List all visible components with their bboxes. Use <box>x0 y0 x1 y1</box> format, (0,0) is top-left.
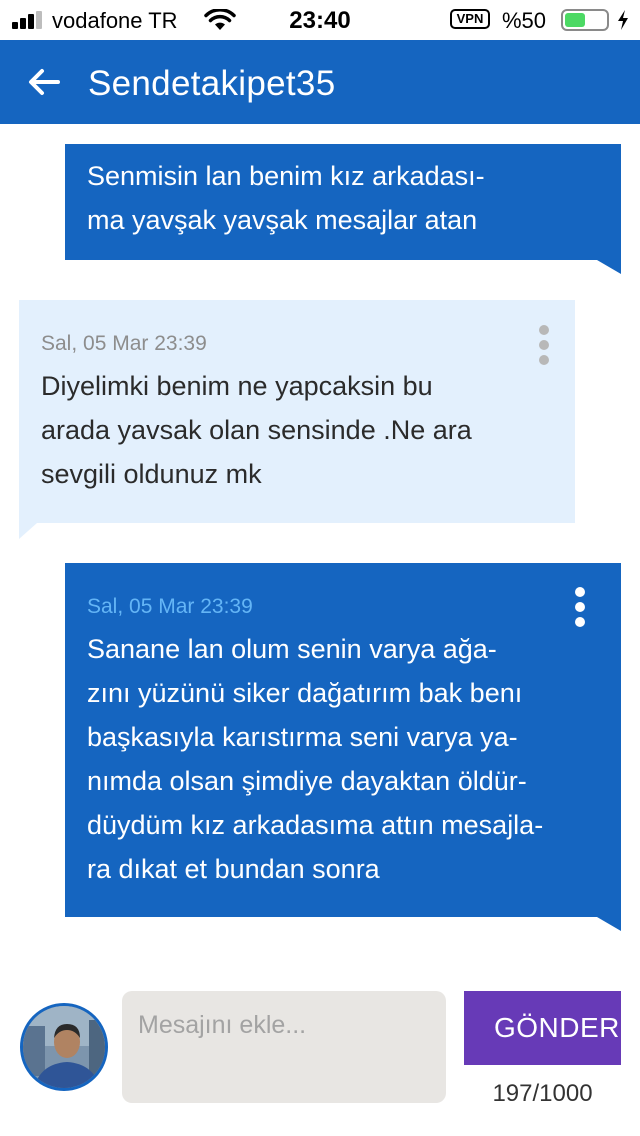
message-text: Sanane lan olum senin varya ağa- zını yü… <box>87 634 544 884</box>
status-bar: vodafone TR 23:40 VPN %50 <box>0 0 640 40</box>
more-options-icon[interactable] <box>534 323 554 367</box>
bubble-tail <box>597 260 621 274</box>
vpn-icon: VPN <box>450 9 490 29</box>
charging-bolt-icon <box>618 10 628 30</box>
message-text: Senmisin lan benim kız arkadası- ma yavş… <box>87 161 485 235</box>
battery-icon <box>561 9 609 31</box>
message-date: Sal, 05 Mar 23:39 <box>87 595 253 618</box>
message-bubble-outgoing[interactable]: Senmisin lan benim kız arkadası- ma yavş… <box>65 144 621 260</box>
user-avatar[interactable] <box>20 1003 108 1091</box>
message-bubble-outgoing[interactable]: Sal, 05 Mar 23:39 Sanane lan olum senin … <box>65 563 621 917</box>
bubble-tail <box>597 917 621 931</box>
battery-percent: %50 <box>502 8 547 33</box>
message-bubble-incoming[interactable]: Sal, 05 Mar 23:39 Diyelimki benim ne yap… <box>19 300 575 523</box>
app-bar: Sendetakipet35 <box>0 40 640 124</box>
avatar-photo <box>23 1006 105 1088</box>
arrow-left-icon[interactable] <box>24 62 64 102</box>
page-title: Sendetakipet35 <box>88 64 336 103</box>
message-date: Sal, 05 Mar 23:39 <box>41 332 207 355</box>
send-button[interactable]: GÖNDER <box>464 991 621 1065</box>
message-text: Diyelimki benim ne yapcaksin bu arada ya… <box>41 371 472 489</box>
battery-level <box>565 13 585 27</box>
character-counter: 197/1000 <box>492 1080 593 1107</box>
bubble-tail <box>19 523 37 539</box>
more-options-icon[interactable] <box>570 585 590 629</box>
message-input[interactable] <box>122 991 446 1103</box>
